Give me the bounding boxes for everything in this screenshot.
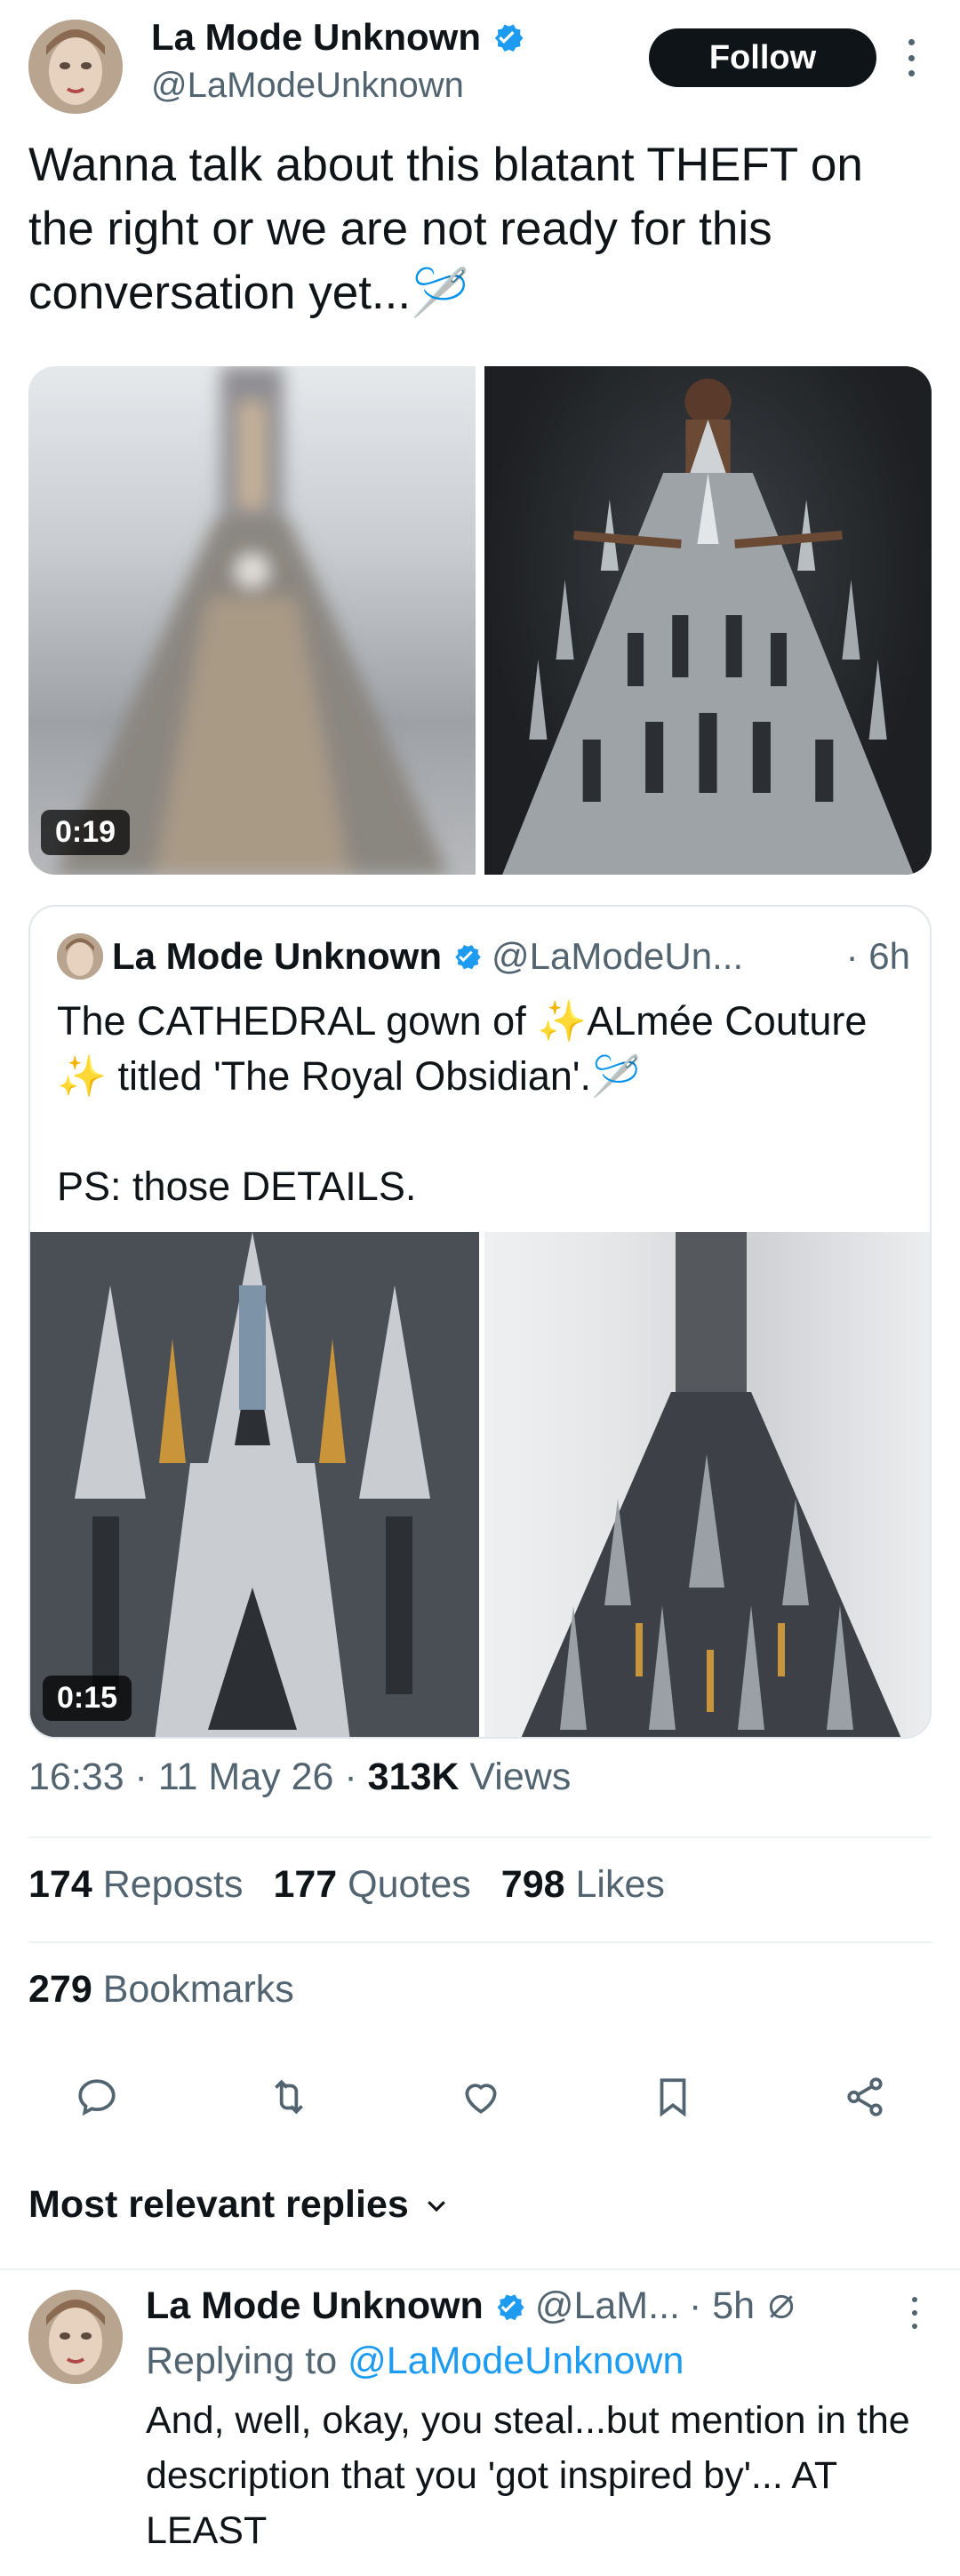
replies-sort-dropdown[interactable]: Most relevant replies bbox=[28, 2183, 450, 2227]
likes-count: 798 bbox=[500, 1863, 565, 1906]
bookmarks-label: Bookmarks bbox=[102, 1968, 294, 2011]
divider bbox=[28, 1941, 932, 1943]
likes-stat[interactable]: 798 Likes bbox=[501, 1863, 665, 1907]
author-name[interactable]: La Mode Unknown bbox=[151, 16, 481, 59]
quoted-author-name: La Mode Unknown bbox=[112, 935, 442, 977]
share-icon[interactable] bbox=[834, 2066, 896, 2128]
grok-icon[interactable] bbox=[764, 2289, 799, 2324]
quoted-post-text: The CATHEDRAL gown of ✨ALmée Couture ✨ t… bbox=[57, 998, 868, 1209]
post-text: Wanna talk about this blatant THEFT on t… bbox=[28, 139, 863, 319]
post-time: 16:33 bbox=[28, 1756, 124, 1798]
author-avatar[interactable] bbox=[28, 20, 123, 114]
quotes-label: Quotes bbox=[348, 1863, 471, 1906]
quoted-post-time: · 6h bbox=[845, 935, 910, 977]
reposts-stat[interactable]: 174 Reposts bbox=[28, 1863, 243, 1907]
reposts-count: 174 bbox=[28, 1863, 92, 1906]
author-handle[interactable]: @LaModeUnknown bbox=[151, 66, 464, 106]
reply-time: · 5h bbox=[688, 2284, 756, 2327]
engagement-stats: 174 Reposts 177 Quotes 798 Likes bbox=[28, 1863, 665, 1907]
bookmark-icon[interactable] bbox=[642, 2066, 704, 2128]
chevron-down-icon bbox=[427, 2200, 445, 2212]
reply-icon[interactable] bbox=[66, 2066, 128, 2128]
follow-button[interactable]: Follow bbox=[649, 28, 876, 87]
views-label: Views bbox=[469, 1756, 572, 1798]
reply-header: La Mode Unknown @LaM... · 5h bbox=[146, 2284, 928, 2328]
reply-text: And, well, okay, you steal...but mention… bbox=[146, 2399, 910, 2552]
quoted-video-thumbnail[interactable]: 0:15 bbox=[30, 1232, 479, 1737]
quoted-author-handle: @LaModeUn... bbox=[492, 935, 744, 977]
replying-prefix: Replying to bbox=[146, 2340, 338, 2382]
replies-sort-label: Most relevant replies bbox=[28, 2183, 409, 2226]
post-media: 0:19 bbox=[28, 366, 932, 875]
quoted-post-header: La Mode Unknown @LaModeUn... · 6h bbox=[57, 932, 910, 981]
post-header: La Mode Unknown @LaModeUnknown Follow bbox=[0, 0, 960, 133]
verified-badge-icon bbox=[497, 2293, 524, 2320]
quotes-stat[interactable]: 177 Quotes bbox=[273, 1863, 470, 1907]
gown-mannequin-image bbox=[521, 1232, 901, 1737]
gown-detail-image bbox=[30, 1232, 479, 1737]
like-icon[interactable] bbox=[450, 2066, 512, 2128]
replying-to-link[interactable]: @LaModeUnknown bbox=[348, 2340, 684, 2382]
more-options-icon[interactable] bbox=[901, 2293, 928, 2332]
verified-badge-icon bbox=[455, 945, 481, 970]
reposts-label: Reposts bbox=[102, 1863, 244, 1906]
post-timestamp-views: 16:33 · 11 May 26 · 313K Views bbox=[28, 1756, 572, 1798]
quoted-avatar-image bbox=[57, 933, 103, 980]
post-date: 11 May 26 bbox=[157, 1756, 334, 1798]
more-options-icon[interactable] bbox=[898, 36, 924, 80]
reply-author-handle[interactable]: @LaM... bbox=[535, 2284, 680, 2328]
views-count: 313K bbox=[367, 1756, 460, 1798]
bookmarks-stat[interactable]: 279 Bookmarks bbox=[28, 1968, 294, 2012]
repost-icon[interactable] bbox=[258, 2066, 320, 2128]
likes-label: Likes bbox=[575, 1863, 665, 1906]
replying-to: Replying to @LaModeUnknown bbox=[146, 2340, 684, 2383]
quoted-post[interactable]: La Mode Unknown @LaModeUn... · 6h The CA… bbox=[28, 905, 932, 1739]
divider bbox=[28, 1836, 932, 1838]
quoted-video-duration: 0:15 bbox=[43, 1676, 132, 1721]
reply-item[interactable]: La Mode Unknown @LaM... · 5h Replying to… bbox=[0, 2268, 960, 2576]
avatar-image bbox=[28, 20, 123, 114]
image-thumbnail[interactable] bbox=[484, 366, 932, 875]
quoted-author-avatar bbox=[57, 933, 103, 980]
quoted-image-thumbnail[interactable] bbox=[484, 1232, 930, 1737]
video-thumbnail[interactable]: 0:19 bbox=[28, 366, 476, 875]
cathedral-gown-image bbox=[502, 379, 914, 875]
video-duration: 0:19 bbox=[41, 810, 131, 855]
quoted-media: 0:15 bbox=[30, 1232, 930, 1737]
reply-author-name[interactable]: La Mode Unknown bbox=[146, 2284, 484, 2328]
reply-author-avatar[interactable] bbox=[28, 2290, 123, 2384]
blurred-gown-image bbox=[55, 366, 449, 875]
avatar-image bbox=[28, 2290, 123, 2384]
author-name-row[interactable]: La Mode Unknown bbox=[151, 16, 525, 59]
bookmarks-count: 279 bbox=[28, 1968, 92, 2011]
quotes-count: 177 bbox=[273, 1863, 338, 1906]
verified-badge-icon bbox=[494, 24, 524, 52]
action-bar bbox=[28, 2066, 932, 2128]
